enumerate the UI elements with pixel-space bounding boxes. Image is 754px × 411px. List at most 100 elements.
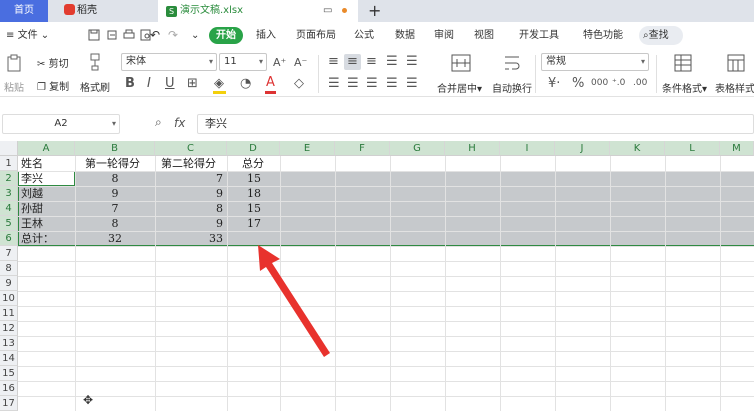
cell-a2[interactable]: 李兴 bbox=[21, 171, 75, 186]
distribute-icon[interactable]: ☰ bbox=[406, 77, 418, 90]
decrease-decimal-icon[interactable]: .00 bbox=[633, 77, 647, 90]
indent-icon[interactable]: ☰ bbox=[386, 55, 398, 68]
row-header[interactable]: 7 bbox=[0, 246, 18, 261]
tab-insert[interactable]: 插入 bbox=[256, 22, 276, 49]
cell-a5[interactable]: 王林 bbox=[21, 216, 75, 231]
column-header-a[interactable]: A bbox=[18, 141, 75, 156]
decrease-font-icon[interactable]: A⁻ bbox=[294, 56, 307, 69]
thousands-icon[interactable]: 000 bbox=[591, 77, 608, 90]
text-color-icon[interactable]: ◔ bbox=[240, 77, 251, 90]
conditional-format-button[interactable]: 条件格式▾ bbox=[662, 80, 707, 95]
row-header[interactable]: 14 bbox=[0, 351, 18, 366]
row-header[interactable]: 1 bbox=[0, 156, 18, 171]
font-name-select[interactable]: 宋体 ▾ bbox=[121, 53, 217, 71]
row-header[interactable]: 5 bbox=[0, 216, 18, 231]
cell-c3[interactable]: 9 bbox=[155, 186, 227, 201]
column-header-g[interactable]: G bbox=[390, 141, 445, 156]
cell-c6[interactable]: 33 bbox=[155, 231, 227, 246]
tab-start[interactable]: 开始 bbox=[209, 27, 243, 44]
row-header[interactable]: 15 bbox=[0, 366, 18, 381]
new-tab-button[interactable]: + bbox=[368, 0, 386, 22]
column-header-k[interactable]: K bbox=[610, 141, 665, 156]
more-chevron-icon[interactable]: ⌄ bbox=[191, 22, 199, 49]
tab-data[interactable]: 数据 bbox=[395, 22, 415, 49]
column-header-l[interactable]: L bbox=[665, 141, 720, 156]
column-header-d[interactable]: D bbox=[227, 141, 280, 156]
fill-color-icon[interactable]: ◈ bbox=[214, 77, 224, 90]
justify-icon[interactable]: ☰ bbox=[386, 77, 398, 90]
bold-icon[interactable]: B bbox=[125, 77, 135, 90]
align-center-icon[interactable]: ☰ bbox=[347, 77, 359, 90]
row-header[interactable]: 11 bbox=[0, 306, 18, 321]
cell-b3[interactable]: 9 bbox=[75, 186, 155, 201]
paste-icon[interactable] bbox=[6, 54, 24, 72]
cell-a3[interactable]: 刘越 bbox=[21, 186, 75, 201]
tab-document[interactable]: S 演示文稿.xlsx ▭ bbox=[158, 0, 358, 22]
fx-icon[interactable]: fx bbox=[174, 116, 185, 130]
cell-b6[interactable]: 32 bbox=[75, 231, 155, 246]
spreadsheet-grid[interactable]: A B C D E F G H I J K L M 1 2 3 4 5 6 7 … bbox=[0, 141, 754, 411]
cell-b2[interactable]: 8 bbox=[75, 171, 155, 186]
increase-decimal-icon[interactable]: ⁺.0 bbox=[612, 77, 625, 90]
tab-developer[interactable]: 开发工具 bbox=[519, 22, 559, 49]
undo-icon[interactable]: ↶ bbox=[150, 22, 160, 49]
outdent-icon[interactable]: ☰ bbox=[406, 55, 418, 68]
cell-b4[interactable]: 7 bbox=[75, 201, 155, 216]
cell-c5[interactable]: 9 bbox=[155, 216, 227, 231]
row-header[interactable]: 2 bbox=[0, 171, 18, 186]
merge-center-button[interactable]: 合并居中▾ bbox=[437, 80, 482, 95]
column-header-b[interactable]: B bbox=[75, 141, 155, 156]
tab-daoke[interactable]: 稻壳 bbox=[58, 0, 153, 22]
cell-d3[interactable]: 18 bbox=[227, 186, 279, 201]
increase-font-icon[interactable]: A⁺ bbox=[273, 56, 286, 69]
row-header[interactable]: 4 bbox=[0, 201, 18, 216]
table-style-icon[interactable] bbox=[727, 54, 745, 72]
row-header[interactable]: 12 bbox=[0, 321, 18, 336]
currency-icon[interactable]: ¥· bbox=[548, 77, 560, 90]
cell-a4[interactable]: 孙甜 bbox=[21, 201, 75, 216]
column-header-h[interactable]: H bbox=[445, 141, 500, 156]
cell-d5[interactable]: 17 bbox=[227, 216, 279, 231]
zoom-search-icon[interactable]: ⌕ bbox=[155, 115, 162, 130]
cell-d1[interactable]: 总分 bbox=[227, 156, 279, 171]
cell-b5[interactable]: 8 bbox=[75, 216, 155, 231]
tab-formulas[interactable]: 公式 bbox=[354, 22, 374, 49]
row-header[interactable]: 9 bbox=[0, 276, 18, 291]
column-header-f[interactable]: F bbox=[335, 141, 390, 156]
cell-c1[interactable]: 第二轮得分 bbox=[155, 156, 227, 171]
pin-icon[interactable]: ▭ bbox=[323, 0, 332, 22]
column-header-e[interactable]: E bbox=[280, 141, 335, 156]
column-header-i[interactable]: I bbox=[500, 141, 555, 156]
column-header-m[interactable]: M bbox=[720, 141, 754, 156]
row-header[interactable]: 6 bbox=[0, 231, 18, 246]
cell-a6[interactable]: 总计： bbox=[21, 231, 75, 246]
row-header[interactable]: 13 bbox=[0, 336, 18, 351]
underline-icon[interactable]: U bbox=[165, 77, 175, 90]
number-format-select[interactable]: 常规 ▾ bbox=[541, 53, 649, 71]
row-header[interactable]: 16 bbox=[0, 381, 18, 396]
format-painter-icon[interactable] bbox=[87, 53, 103, 71]
wrap-text-icon[interactable] bbox=[503, 54, 521, 72]
cell-c2[interactable]: 7 bbox=[155, 171, 227, 186]
cell-d2[interactable]: 15 bbox=[227, 171, 279, 186]
row-header[interactable]: 17 bbox=[0, 396, 18, 411]
clear-format-icon[interactable]: ◇ bbox=[294, 77, 304, 90]
cell-d4[interactable]: 15 bbox=[227, 201, 279, 216]
cut-button[interactable]: ✂ 剪切 bbox=[37, 55, 69, 70]
copy-button[interactable]: ❐ 复制 bbox=[37, 78, 69, 93]
align-right-icon[interactable]: ☰ bbox=[366, 77, 378, 90]
border-icon[interactable]: ⊞ bbox=[187, 77, 198, 90]
row-header[interactable]: 8 bbox=[0, 261, 18, 276]
wrap-text-label[interactable]: 自动换行 bbox=[492, 80, 532, 95]
tab-page-layout[interactable]: 页面布局 bbox=[296, 22, 336, 49]
tab-review[interactable]: 审阅 bbox=[434, 22, 454, 49]
percent-icon[interactable]: % bbox=[572, 77, 584, 90]
paste-label[interactable]: 粘贴 bbox=[4, 79, 24, 94]
font-size-select[interactable]: 11 ▾ bbox=[219, 53, 267, 71]
redo-icon[interactable]: ↷ bbox=[168, 22, 178, 49]
cell-a1[interactable]: 姓名 bbox=[21, 156, 75, 171]
align-top-icon[interactable]: ≡ bbox=[328, 55, 339, 68]
row-header[interactable]: 10 bbox=[0, 291, 18, 306]
conditional-format-icon[interactable] bbox=[674, 54, 692, 72]
tab-view[interactable]: 视图 bbox=[474, 22, 494, 49]
